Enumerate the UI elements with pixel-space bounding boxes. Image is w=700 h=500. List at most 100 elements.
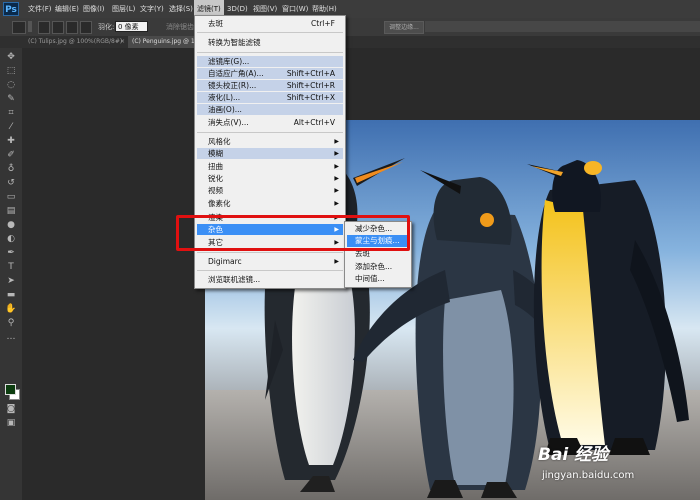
options-bar: 羽化: 0 像素 消除锯齿 调整边缘... — [0, 18, 700, 37]
clone-stamp-tool-icon[interactable]: ♁ — [5, 164, 17, 174]
menu-item-vanishing-point[interactable]: 消失点(V)... Alt+Ctrl+V — [197, 117, 343, 128]
extra-tools-icon[interactable]: … — [5, 332, 17, 342]
add-selection-icon[interactable] — [52, 21, 64, 34]
menu-item-label: 镜头校正(R)... — [208, 81, 257, 90]
submenu-arrow-icon: ▶ — [334, 258, 339, 265]
menu-item-shortcut: Alt+Ctrl+V — [293, 118, 335, 127]
quick-mask-icon[interactable]: ◙ — [5, 404, 17, 414]
menu-separator — [197, 270, 343, 271]
menu-item-label: 去斑 — [208, 19, 223, 28]
healing-brush-tool-icon[interactable]: ✚ — [5, 136, 17, 146]
submenu-arrow-icon: ▶ — [334, 175, 339, 182]
dodge-tool-icon[interactable]: ◐ — [5, 234, 17, 244]
submenu-arrow-icon: ▶ — [334, 150, 339, 157]
submenu-item-label: 中间值... — [355, 274, 385, 283]
path-select-tool-icon[interactable]: ➤ — [5, 276, 17, 286]
menu-separator — [197, 132, 343, 133]
zoom-tool-icon[interactable]: ⚲ — [5, 318, 17, 328]
submenu-item-add-noise[interactable]: 添加杂色... — [347, 261, 409, 273]
menu-select[interactable]: 选择(S) — [166, 0, 196, 18]
menu-item-video[interactable]: 视频 ▶ — [197, 185, 343, 196]
submenu-item-label: 添加杂色... — [355, 262, 393, 271]
refine-edge-button[interactable]: 调整边缘... — [384, 21, 424, 34]
foreground-color-swatch[interactable] — [5, 384, 16, 395]
tab-penguins[interactable]: (C) Penguins.jpg @ 1 — [128, 36, 199, 48]
feather-input[interactable]: 0 像素 — [115, 21, 148, 32]
menu-item-browse-online-filters[interactable]: 浏览联机滤镜... — [197, 274, 343, 285]
subtract-selection-icon[interactable] — [66, 21, 78, 34]
tab-tulips[interactable]: (C) Tulips.jpg @ 100%(RGB/8#) — [24, 36, 126, 48]
marquee-preset-icon[interactable] — [12, 21, 26, 34]
menu-edit[interactable]: 编辑(E) — [52, 0, 82, 18]
menu-item-blur[interactable]: 模糊 ▶ — [197, 148, 343, 159]
menu-separator — [197, 52, 343, 53]
move-tool-icon[interactable]: ✥ — [5, 52, 17, 62]
quick-select-tool-icon[interactable]: ✎ — [5, 94, 17, 104]
watermark-logo-text: Bai 经验 — [538, 445, 609, 465]
menu-item-label: 消失点(V)... — [208, 118, 249, 127]
menu-separator — [197, 252, 343, 253]
menu-item-adaptive-wide-angle[interactable]: 自适应广角(A)... Shift+Ctrl+A — [197, 68, 343, 79]
new-selection-icon[interactable] — [38, 21, 50, 34]
baidu-jingyan-watermark: Bai 经验 jingyan.baidu.com — [538, 440, 698, 496]
eraser-tool-icon[interactable]: ▭ — [5, 192, 17, 202]
menu-item-distort[interactable]: 扭曲 ▶ — [197, 161, 343, 172]
menu-item-shortcut: Shift+Ctrl+X — [286, 93, 335, 102]
marquee-tool-icon[interactable]: ⬚ — [5, 66, 17, 76]
lasso-tool-icon[interactable]: ◌ — [5, 80, 17, 90]
submenu-arrow-icon: ▶ — [334, 163, 339, 170]
type-tool-icon[interactable]: T — [5, 262, 17, 272]
submenu-arrow-icon: ▶ — [334, 187, 339, 194]
menu-item-label: Digimarc — [208, 257, 242, 266]
submenu-item-median[interactable]: 中间值... — [347, 273, 409, 285]
watermark-url: jingyan.baidu.com — [542, 470, 635, 481]
shape-tool-icon[interactable]: ▬ — [5, 290, 17, 300]
menu-item-label: 液化(L)... — [208, 93, 241, 102]
eyedropper-tool-icon[interactable]: ⁄ — [5, 122, 17, 132]
menu-item-label: 扭曲 — [208, 162, 223, 171]
menu-item-lens-correction[interactable]: 镜头校正(R)... Shift+Ctrl+R — [197, 80, 343, 91]
menu-item-label: 风格化 — [208, 137, 231, 146]
menu-bar: Ps 文件(F) 编辑(E) 图像(I) 图层(L) 文字(Y) 选择(S) 滤… — [0, 0, 700, 19]
menu-item-label: 像素化 — [208, 199, 231, 208]
menu-item-label: 油画(O)... — [208, 105, 242, 114]
menu-type[interactable]: 文字(Y) — [137, 0, 167, 18]
menu-layer[interactable]: 图层(L) — [109, 0, 138, 18]
gradient-tool-icon[interactable]: ▤ — [5, 206, 17, 216]
menu-item-shortcut: Shift+Ctrl+R — [286, 81, 335, 90]
feather-label: 羽化: — [98, 23, 115, 31]
menu-item-label: 转换为智能滤镜 — [208, 38, 261, 47]
submenu-arrow-icon: ▶ — [334, 200, 339, 207]
options-bar-filler — [425, 21, 700, 32]
menu-image[interactable]: 图像(I) — [80, 0, 108, 18]
antialias-checkbox-label[interactable]: 消除锯齿 — [166, 18, 194, 36]
menu-item-sharpen[interactable]: 锐化 ▶ — [197, 173, 343, 184]
menu-item-shortcut: Shift+Ctrl+A — [286, 69, 335, 78]
menu-item-oil-paint[interactable]: 油画(O)... — [197, 104, 343, 115]
menu-item-despeckle-last[interactable]: 去斑 Ctrl+F — [197, 18, 343, 29]
intersect-selection-icon[interactable] — [80, 21, 92, 34]
screen-mode-icon[interactable]: ▣ — [5, 418, 17, 428]
menu-item-shortcut: Ctrl+F — [311, 19, 335, 28]
menu-item-filter-gallery[interactable]: 滤镜库(G)... — [197, 56, 343, 67]
menu-item-label: 模糊 — [208, 149, 223, 158]
menu-file[interactable]: 文件(F) — [25, 0, 55, 18]
menu-item-liquify[interactable]: 液化(L)... Shift+Ctrl+X — [197, 92, 343, 103]
dropdown-arrow-icon[interactable] — [28, 21, 32, 32]
hand-tool-icon[interactable]: ✋ — [5, 304, 17, 314]
menu-item-stylize[interactable]: 风格化 ▶ — [197, 136, 343, 147]
menu-item-pixelate[interactable]: 像素化 ▶ — [197, 198, 343, 209]
crop-tool-icon[interactable]: ⌗ — [5, 108, 17, 118]
photoshop-logo-icon: Ps — [3, 2, 19, 16]
menu-item-digimarc[interactable]: Digimarc ▶ — [197, 256, 343, 267]
menu-item-convert-smart-filters[interactable]: 转换为智能滤镜 — [197, 37, 343, 48]
history-brush-tool-icon[interactable]: ↺ — [5, 178, 17, 188]
pen-tool-icon[interactable]: ✒ — [5, 248, 17, 258]
blur-tool-icon[interactable]: ● — [5, 220, 17, 230]
menu-item-label: 浏览联机滤镜... — [208, 275, 261, 284]
menu-item-label: 自适应广角(A)... — [208, 69, 264, 78]
submenu-arrow-icon: ▶ — [334, 138, 339, 145]
menu-item-label: 锐化 — [208, 174, 223, 183]
brush-tool-icon[interactable]: ✐ — [5, 150, 17, 160]
menu-item-label: 视频 — [208, 186, 223, 195]
